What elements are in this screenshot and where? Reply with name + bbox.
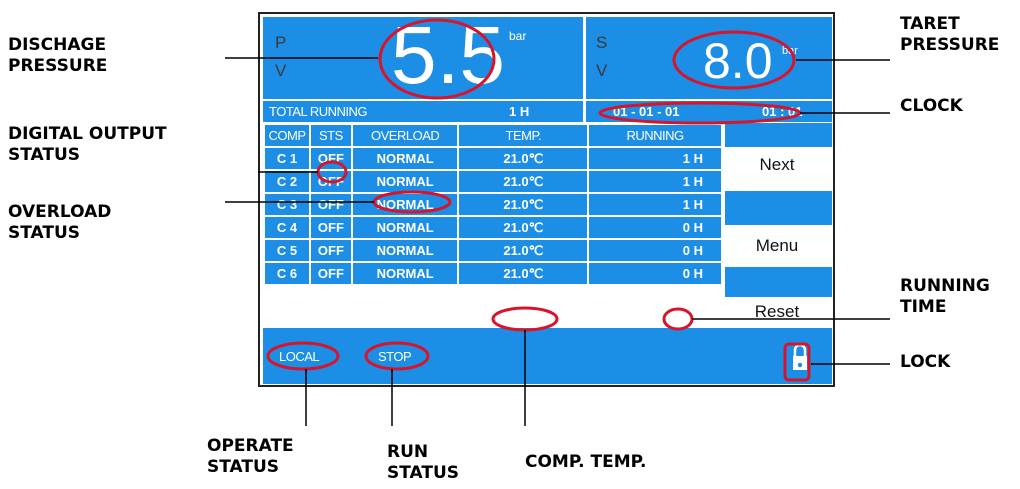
overload-highlight	[372, 190, 452, 214]
run-highlight	[364, 341, 430, 371]
clock-highlight	[598, 101, 802, 125]
sts-highlight	[316, 160, 348, 184]
temp-highlight	[491, 306, 559, 332]
running-highlight	[662, 307, 694, 331]
sv-highlight	[672, 30, 796, 90]
annotation-overlay	[225, 18, 890, 426]
pointer-lines	[225, 57, 890, 426]
lock-highlight	[783, 342, 811, 382]
operate-highlight	[266, 341, 340, 371]
highlight-ellipses	[266, 18, 811, 382]
pv-highlight	[378, 18, 496, 100]
